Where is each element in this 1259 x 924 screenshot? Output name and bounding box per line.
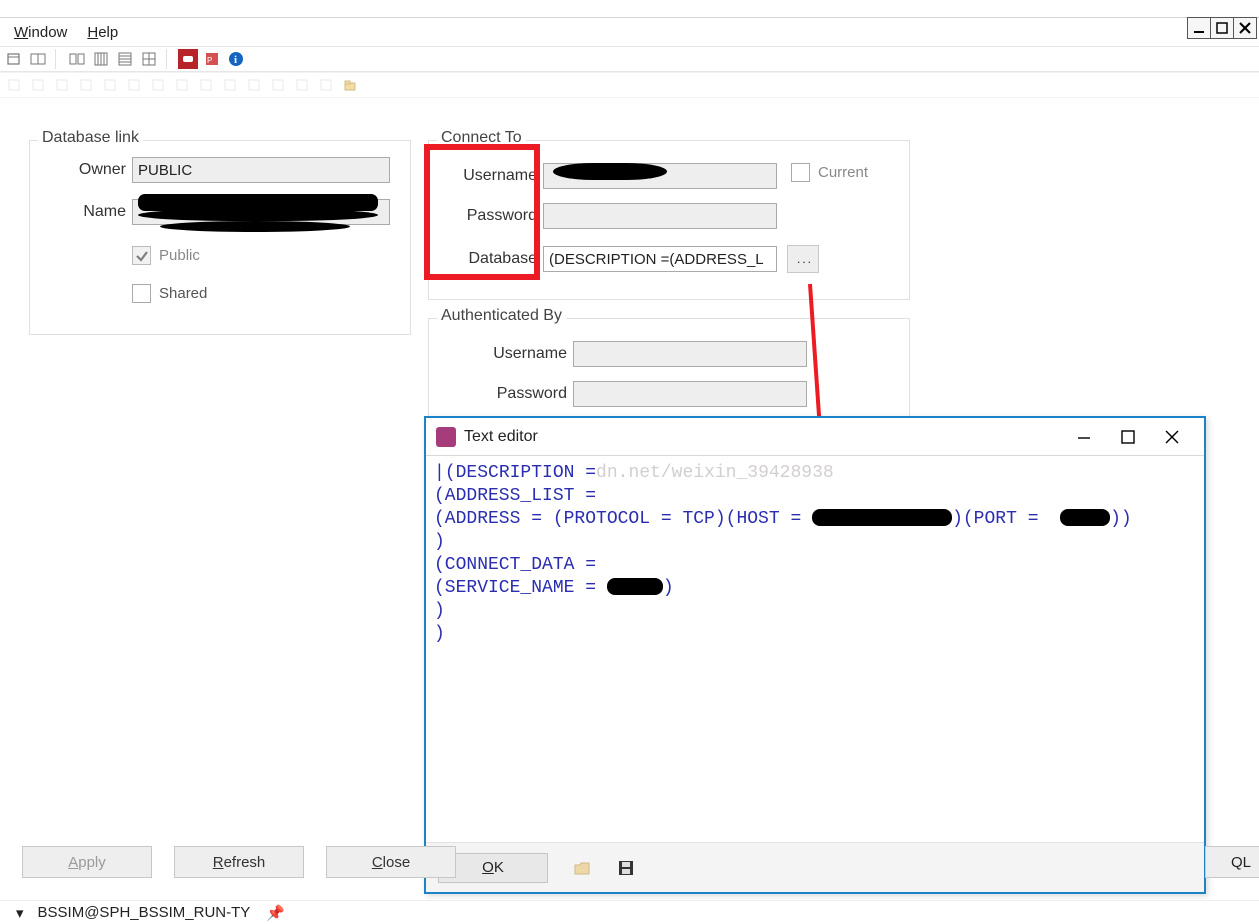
tool-icon — [316, 75, 336, 95]
connect-password-field[interactable] — [543, 203, 777, 229]
tool-info-icon[interactable]: i — [226, 49, 246, 69]
text-editor-dialog: Text editor |(DESCRIPTION =dn.net/weixin… — [424, 416, 1206, 894]
app-icon — [436, 427, 456, 447]
tool-icon[interactable] — [28, 49, 48, 69]
close-main-button[interactable]: CloseClose — [326, 846, 456, 878]
tool-icon[interactable] — [67, 49, 87, 69]
tool-icon — [268, 75, 288, 95]
menu-bar: WWindowindow HHelpelp — [0, 17, 1259, 46]
pin-icon[interactable]: 📌 — [266, 904, 285, 922]
tool-icon — [76, 75, 96, 95]
shared-checkbox[interactable] — [132, 284, 151, 303]
editor-textarea[interactable]: |(DESCRIPTION =dn.net/weixin_39428938 (A… — [426, 456, 1204, 842]
dialog-button-bar: OOKK — [426, 842, 1204, 892]
maximize-button[interactable] — [1210, 17, 1234, 39]
main-button-row: ApplyApply RefreshRefresh CloseClose — [22, 846, 456, 878]
group-database-link: Database link Owner Name Public Shared — [29, 140, 411, 335]
tool-pdf-icon[interactable]: P — [202, 49, 222, 69]
connect-username-label: Username — [449, 167, 543, 185]
auth-username-label: Username — [463, 345, 573, 363]
group-legend: Connect To — [437, 129, 526, 147]
current-checkbox[interactable] — [791, 163, 810, 182]
auth-password-field[interactable] — [573, 381, 807, 407]
tool-folder-icon[interactable] — [340, 75, 360, 95]
tool-icon — [4, 75, 24, 95]
tool-icon — [100, 75, 120, 95]
auth-username-field[interactable] — [573, 341, 807, 367]
dropdown-icon[interactable]: ▾ — [16, 904, 24, 922]
tool-oracle-icon[interactable] — [178, 49, 198, 69]
tool-icon — [196, 75, 216, 95]
open-file-icon[interactable] — [572, 858, 592, 878]
tool-icon[interactable] — [139, 49, 159, 69]
toolbar-row-1: P i — [0, 46, 1259, 72]
public-checkbox-label: Public — [159, 247, 200, 264]
refresh-button[interactable]: RefreshRefresh — [174, 846, 304, 878]
dialog-minimize-button[interactable] — [1062, 422, 1106, 452]
svg-text:i: i — [234, 54, 237, 66]
toolbar-row-2 — [0, 72, 1259, 98]
shared-checkbox-label: Shared — [159, 285, 207, 302]
tool-icon — [244, 75, 264, 95]
connect-database-field[interactable] — [543, 246, 777, 272]
ql-button[interactable]: QL — [1205, 846, 1259, 878]
status-bar: ▾ BSSIM@SPH_BSSIM_RUN-TY 📌 — [0, 900, 1259, 924]
window-controls — [1188, 17, 1257, 39]
tool-icon — [124, 75, 144, 95]
tool-icon — [52, 75, 72, 95]
connect-database-label: Database — [449, 250, 543, 268]
group-legend: Authenticated By — [437, 307, 566, 325]
current-checkbox-label: Current — [818, 164, 868, 181]
menu-help[interactable]: HHelpelp — [77, 22, 128, 43]
apply-button[interactable]: ApplyApply — [22, 846, 152, 878]
tool-icon — [148, 75, 168, 95]
save-file-icon[interactable] — [616, 858, 636, 878]
status-session: BSSIM@SPH_BSSIM_RUN-TY — [38, 904, 251, 921]
tool-icon[interactable] — [115, 49, 135, 69]
owner-field[interactable] — [132, 157, 390, 183]
dialog-maximize-button[interactable] — [1106, 422, 1150, 452]
owner-label: Owner — [50, 161, 132, 179]
public-checkbox[interactable] — [132, 246, 151, 265]
auth-password-label: Password — [463, 385, 573, 403]
svg-text:P: P — [207, 56, 212, 65]
tool-icon[interactable] — [4, 49, 24, 69]
tool-icon — [172, 75, 192, 95]
menu-window[interactable]: WWindowindow — [4, 22, 77, 43]
dialog-titlebar: Text editor — [426, 418, 1204, 456]
name-label: Name — [50, 203, 132, 221]
group-connect-to: Connect To Username Current Password Dat… — [428, 140, 910, 300]
dialog-close-button[interactable] — [1150, 422, 1194, 452]
connect-password-label: Password — [449, 207, 543, 225]
tool-icon[interactable] — [91, 49, 111, 69]
group-authenticated-by: Authenticated By Username Password — [428, 318, 910, 422]
group-legend: Database link — [38, 129, 143, 147]
database-browse-button[interactable]: ... — [787, 245, 819, 273]
tool-icon — [220, 75, 240, 95]
tool-icon — [28, 75, 48, 95]
tool-icon — [292, 75, 312, 95]
minimize-button[interactable] — [1187, 17, 1211, 39]
close-button[interactable] — [1233, 17, 1257, 39]
dialog-title: Text editor — [464, 428, 538, 446]
